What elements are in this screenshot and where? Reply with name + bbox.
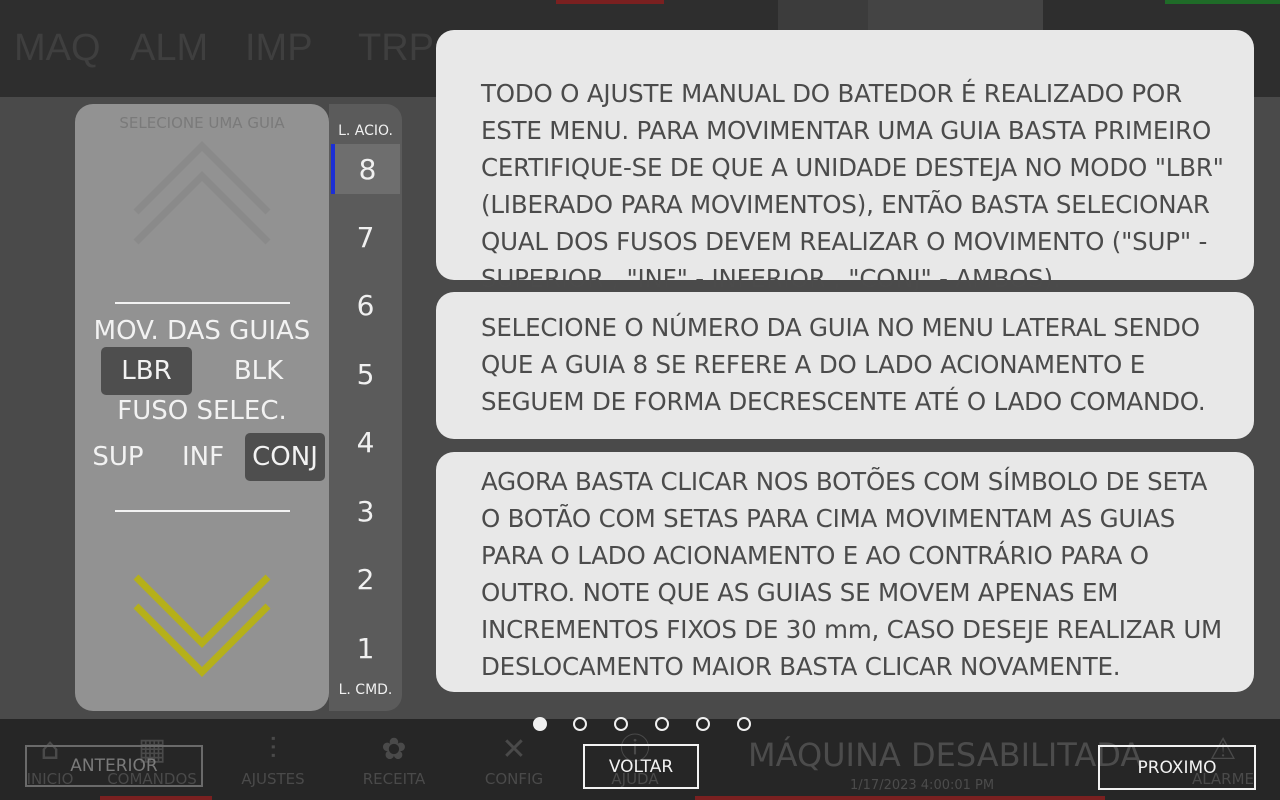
page-dot-5[interactable] <box>696 717 710 731</box>
guide-selector-list: L. ACIO. 8 7 6 5 4 3 2 1 L. CMD. <box>329 104 402 711</box>
guide-4-button[interactable]: 4 <box>329 417 402 467</box>
guide-2-button[interactable]: 2 <box>329 554 402 604</box>
help-text-line: AGORA BASTA CLICAR NOS BOTÕES COM SÍMBOL… <box>481 467 1208 496</box>
sup-button[interactable]: SUP <box>83 433 153 481</box>
conj-button[interactable]: CONJ <box>245 433 325 481</box>
help-text-line: OUTRO. NOTE QUE AS GUIAS SE MOVEM APENAS… <box>481 578 1119 607</box>
page-dot-6[interactable] <box>737 717 751 731</box>
help-text-line: CERTIFIQUE-SE DE QUE A UNIDADE DESTEJA N… <box>481 153 1224 182</box>
background-nav-config: ✕ CONFIG <box>469 730 559 800</box>
move-up-button[interactable] <box>133 138 271 246</box>
guide-5-button[interactable]: 5 <box>329 349 402 399</box>
guide-list-top-label: L. ACIO. <box>338 123 393 139</box>
background-nav-receita: ✿ RECEITA <box>349 730 439 800</box>
move-down-button[interactable] <box>133 572 271 678</box>
page-dot-1[interactable] <box>533 717 547 731</box>
chevron-down-icon <box>133 574 271 648</box>
guide-1-button[interactable]: 1 <box>329 623 402 673</box>
guide-3-button[interactable]: 3 <box>329 486 402 536</box>
background-tab-maq: MAQ <box>14 27 101 69</box>
help-text-line: SELECIONE O NÚMERO DA GUIA NO MENU LATER… <box>481 313 1200 342</box>
help-text-line: DESLOCAMENTO MAIOR BASTA CLICAR NOVAMENT… <box>481 652 1121 681</box>
guide-control-panel: SELECIONE UMA GUIA MOV. DAS GUIAS LBR BL… <box>75 104 329 711</box>
machine-datetime: 1/17/2023 4:00:01 PM <box>850 778 995 793</box>
panel-title: SELECIONE UMA GUIA <box>119 114 285 132</box>
guide-6-button[interactable]: 6 <box>329 280 402 330</box>
page-dot-4[interactable] <box>655 717 669 731</box>
nav-label: RECEITA <box>362 770 426 788</box>
background-bottom-accent <box>695 796 1105 800</box>
help-text-line: (LIBERADO PARA MOVIMENTOS), ENTÃO BASTA … <box>481 190 1210 219</box>
panel-divider <box>115 510 290 512</box>
fuso-selec-label: FUSO SELEC. <box>117 396 287 426</box>
flower-icon: ✿ <box>381 732 407 767</box>
inf-button[interactable]: INF <box>168 433 238 481</box>
page-dot-2[interactable] <box>573 717 587 731</box>
chevron-up-icon <box>133 171 271 245</box>
help-card-3: AGORA BASTA CLICAR NOS BOTÕES COM SÍMBOL… <box>436 452 1254 692</box>
help-text-line: QUE A GUIA 8 SE REFERE A DO LADO ACIONAM… <box>481 350 1145 379</box>
background-tab-alm: ALM <box>130 27 209 69</box>
back-button[interactable]: VOLTAR <box>583 744 699 789</box>
background-tab-imp: IMP <box>245 27 313 69</box>
guide-list-bottom-label: L. CMD. <box>338 682 393 698</box>
background-top-accent <box>556 0 664 4</box>
help-card-1: TODO O AJUSTE MANUAL DO BATEDOR É REALIZ… <box>436 30 1254 293</box>
panel-divider <box>115 302 290 304</box>
help-text-line: PARA O LADO ACIONAMENTO E AO CONTRÁRIO P… <box>481 541 1149 570</box>
guide-7-button[interactable]: 7 <box>329 212 402 262</box>
page-dot-3[interactable] <box>614 717 628 731</box>
sliders-icon: ⫶ <box>269 732 277 767</box>
nav-label: AJUSTES <box>241 770 305 788</box>
nav-label: CONFIG <box>484 770 544 788</box>
wrench-icon: ✕ <box>501 732 527 767</box>
background-top-accent <box>1165 0 1280 4</box>
help-text-line: INCREMENTOS FIXOS DE 30 mm, CASO DESEJE … <box>481 615 1222 644</box>
next-button[interactable]: PROXIMO <box>1098 745 1256 790</box>
help-text-line: TODO O AJUSTE MANUAL DO BATEDOR É REALIZ… <box>481 79 1182 108</box>
mov-guias-label: MOV. DAS GUIAS <box>93 316 311 346</box>
help-text-line: QUAL DOS FUSOS DEVEM REALIZAR O MOVIMENT… <box>481 227 1208 256</box>
help-card-2: SELECIONE O NÚMERO DA GUIA NO MENU LATER… <box>436 292 1254 439</box>
blk-button[interactable]: BLK <box>213 347 304 395</box>
background-nav-ajustes: ⫶ AJUSTES <box>228 730 318 800</box>
help-text-line: ESTE MENU. PARA MOVIMENTAR UMA GUIA BAST… <box>481 116 1212 145</box>
background-tab-trp: TRP <box>358 27 434 69</box>
machine-status-text: MÁQUINA DESABILITADA <box>748 736 1143 774</box>
lbr-button[interactable]: LBR <box>101 347 192 395</box>
guide-8-button[interactable]: 8 <box>331 144 400 194</box>
previous-button[interactable]: ANTERIOR <box>25 745 203 787</box>
help-text-line: O BOTÃO COM SETAS PARA CIMA MOVIMENTAM A… <box>481 504 1176 533</box>
help-text-line: SEGUEM DE FORMA DECRESCENTE ATÉ O LADO C… <box>481 387 1206 416</box>
